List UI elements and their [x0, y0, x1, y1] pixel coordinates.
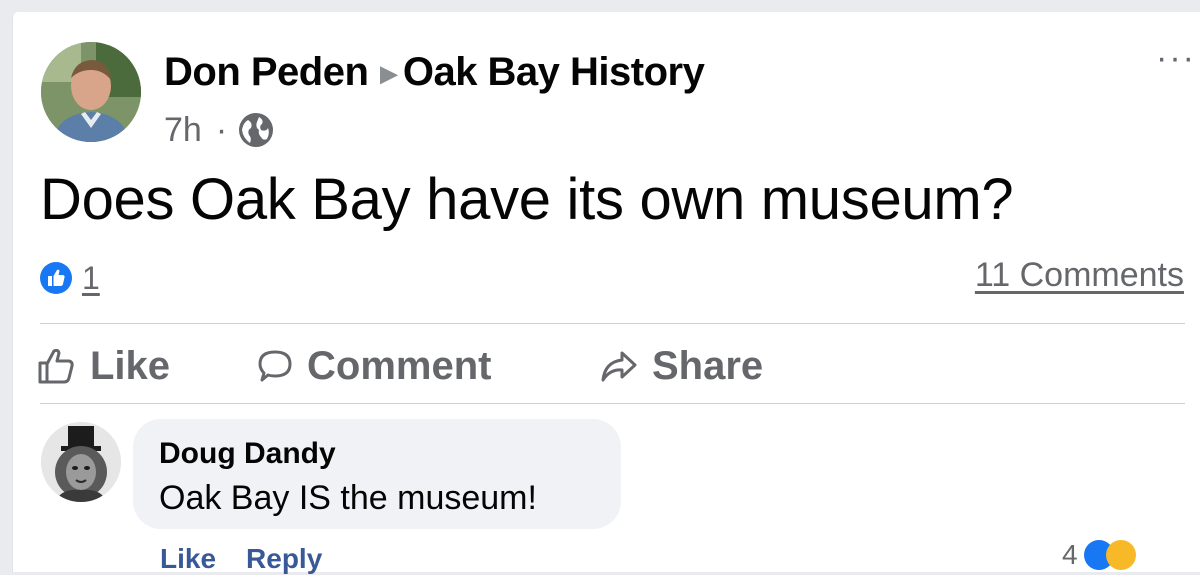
- share-button[interactable]: Share: [600, 340, 763, 392]
- reaction-summary[interactable]: 1: [40, 258, 100, 298]
- commenter-name[interactable]: Doug Dandy: [159, 437, 336, 471]
- comment-actions: Like Reply: [160, 543, 322, 574]
- post-time[interactable]: 7h: [164, 111, 202, 150]
- post-meta: 7h ·: [164, 108, 275, 152]
- author-name[interactable]: Don Peden: [164, 50, 369, 95]
- thumbs-up-icon: [38, 348, 74, 384]
- comment-text: Oak Bay IS the museum!: [159, 479, 537, 517]
- more-dots-icon[interactable]: ···: [1156, 41, 1196, 78]
- share-arrow-icon: [601, 351, 637, 382]
- comments-count[interactable]: 11 Comments: [975, 256, 1184, 296]
- meta-separator: ·: [215, 110, 228, 149]
- divider: [40, 323, 1185, 324]
- like-label: Like: [90, 343, 171, 388]
- like-button[interactable]: Like: [36, 340, 170, 392]
- share-label: Share: [652, 343, 764, 388]
- triangle-right-icon: ▶: [380, 61, 397, 86]
- globe-icon: [237, 111, 275, 149]
- comment-reply-link[interactable]: Reply: [246, 543, 322, 574]
- post-header: Don Peden ▶ Oak Bay History: [164, 46, 705, 98]
- comment-reaction-count: 4: [1062, 539, 1078, 570]
- reaction-count[interactable]: 1: [82, 260, 100, 297]
- comment-bubble: Doug Dandy Oak Bay IS the museum!: [133, 419, 621, 529]
- comment-like-link[interactable]: Like: [160, 543, 216, 574]
- group-name[interactable]: Oak Bay History: [403, 50, 705, 95]
- haha-reaction-icon: [1105, 540, 1136, 570]
- like-reaction-icon: [40, 262, 72, 294]
- comment-button[interactable]: Comment: [257, 340, 491, 392]
- comment-reactions[interactable]: 4: [1062, 539, 1136, 570]
- author-avatar[interactable]: [41, 42, 141, 142]
- commenter-avatar[interactable]: [41, 422, 121, 502]
- speech-bubble-icon: [258, 350, 292, 382]
- comment-label: Comment: [307, 343, 492, 388]
- post-text: Does Oak Bay have its own museum?: [40, 167, 1014, 232]
- divider: [40, 403, 1185, 404]
